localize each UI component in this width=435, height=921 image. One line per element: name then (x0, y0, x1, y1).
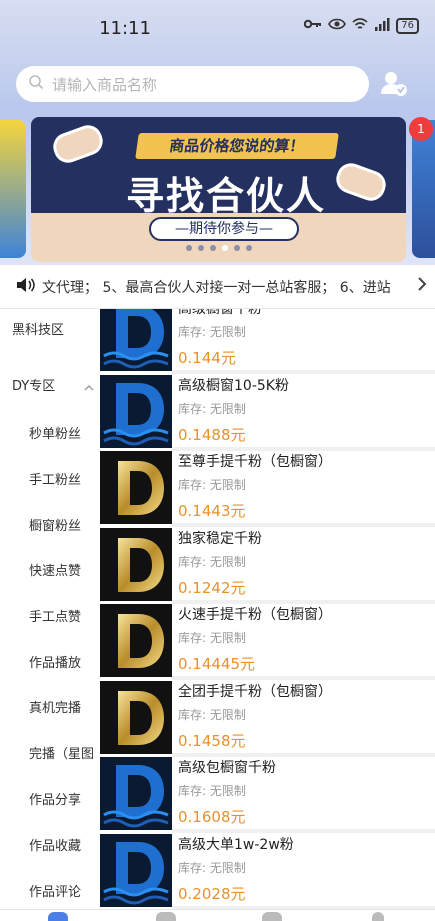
product-item[interactable]: 高级橱窗千粉库存: 无限制 0.144元 (100, 309, 435, 374)
product-name: 全团手提千粉（包橱窗） (178, 683, 332, 700)
sidebar-item[interactable]: 真机完播 (29, 697, 81, 716)
product-thumbnail (100, 374, 172, 448)
product-thumbnail (100, 309, 172, 371)
sidebar-item[interactable]: 作品收藏 (29, 835, 81, 854)
product-price: 0.14445元 (178, 655, 256, 673)
battery-indicator: 76 (396, 18, 419, 34)
banner-pagination (31, 245, 406, 251)
eye-icon (328, 18, 347, 34)
banner-subtitle: —期待你参与— (149, 217, 299, 241)
app-screen: 11:11 76 请输入商品名称 商品价格您说的算！ 寻找合伙人 —期待你参与—… (0, 0, 435, 921)
product-thumbnail (100, 451, 172, 524)
tab-orders-icon[interactable] (262, 912, 282, 921)
pagination-dot[interactable] (197, 245, 204, 251)
sidebar-item[interactable]: 手工粉丝 (29, 469, 81, 488)
signal-icon (374, 17, 390, 35)
tab-favorite-icon[interactable] (156, 912, 176, 921)
search-input[interactable]: 请输入商品名称 (16, 66, 369, 102)
product-item[interactable]: 高级大单1w-2w粉 库存: 无限制 0.2028元 (100, 833, 435, 909)
product-stock: 库存: 无限制 (178, 478, 246, 492)
pagination-dot[interactable] (233, 245, 240, 251)
banner-slogan: 商品价格您说的算！ (135, 133, 339, 159)
product-thumbnail (100, 527, 172, 601)
product-price: 0.1458元 (178, 731, 246, 750)
wifi-icon (352, 17, 368, 35)
item-divider (172, 599, 435, 604)
pagination-dot[interactable] (209, 245, 216, 251)
sidebar-item[interactable]: 快速点赞 (29, 560, 81, 579)
product-stock: 库存: 无限制 (178, 631, 246, 645)
status-bar: 11:11 76 (0, 0, 435, 56)
item-divider (172, 752, 435, 757)
sidebar-item[interactable]: 秒单粉丝 (29, 423, 81, 442)
product-name: 高级大单1w-2w粉 (178, 836, 294, 853)
item-divider (172, 370, 435, 374)
key-icon (304, 18, 322, 34)
product-item[interactable]: 全团手提千粉（包橱窗） 库存: 无限制 0.1458元 (100, 680, 435, 757)
product-stock: 库存: 无限制 (178, 707, 246, 722)
bottom-tab-bar (0, 909, 435, 921)
banner-prev-peek (0, 120, 26, 258)
product-stock: 库存: 无限制 (178, 784, 246, 798)
product-name: 高级包橱窗千粉 (178, 760, 276, 776)
pagination-dot[interactable] (221, 245, 228, 251)
content-area: 黑科技区 DY专区秒单粉丝手工粉丝橱窗粉丝快速点赞手工点赞作品播放真机完播完播（星… (0, 309, 435, 909)
sidebar-item[interactable]: 作品评论 (29, 881, 81, 900)
sidebar-item[interactable]: 橱窗粉丝 (29, 515, 81, 534)
tab-home-icon[interactable] (48, 912, 68, 921)
product-item[interactable]: 至尊手提千粉（包橱窗） 库存: 无限制 0.1443元 (100, 451, 435, 527)
product-stock: 库存: 无限制 (178, 860, 246, 875)
notice-bar[interactable]: 文代理； 5、最高合伙人对接一对一总站客服； 6、进站 (0, 265, 435, 309)
product-stock: 库存: 无限制 (178, 325, 246, 339)
product-list: 高级橱窗千粉库存: 无限制 0.144元高级橱窗10-5K粉 库存: 无限制 0.14… (100, 309, 435, 909)
tab-profile-icon[interactable] (372, 912, 384, 921)
chevron-up-icon[interactable] (84, 377, 94, 396)
product-price: 0.2028元 (178, 884, 246, 903)
chevron-right-icon[interactable] (409, 276, 435, 297)
pagination-dot[interactable] (245, 245, 252, 251)
product-name: 高级橱窗千粉 (178, 309, 262, 317)
product-item[interactable]: 火速手提千粉（包橱窗） 库存: 无限制 0.14445元 (100, 604, 435, 680)
search-placeholder: 请输入商品名称 (52, 75, 158, 94)
product-price: 0.1608元 (178, 808, 246, 826)
product-price: 0.1443元 (178, 502, 246, 520)
product-name: 火速手提千粉（包橱窗） (178, 607, 332, 623)
sidebar-item[interactable]: 手工点赞 (29, 606, 81, 625)
product-thumbnail (100, 604, 172, 677)
product-thumbnail (100, 680, 172, 754)
item-divider (172, 523, 435, 527)
product-thumbnail (100, 757, 172, 830)
product-item[interactable]: 高级包橱窗千粉 库存: 无限制 0.1608元 (100, 757, 435, 833)
item-divider (172, 829, 435, 833)
sidebar-category[interactable]: 黑科技区 (12, 319, 64, 338)
banner-title: 寻找合伙人 (125, 174, 326, 218)
product-name: 至尊手提千粉（包橱窗） (178, 454, 332, 470)
category-sidebar: 黑科技区 DY专区秒单粉丝手工粉丝橱窗粉丝快速点赞手工点赞作品播放真机完播完播（星… (0, 309, 100, 909)
product-item[interactable]: 高级橱窗10-5K粉 库存: 无限制 0.1488元 (100, 374, 435, 451)
product-price: 0.1488元 (178, 425, 246, 444)
notice-text: 文代理； 5、最高合伙人对接一对一总站客服； 6、进站 (42, 279, 391, 296)
product-name: 高级橱窗10-5K粉 (178, 377, 289, 394)
search-icon (28, 74, 52, 94)
speaker-icon (16, 276, 42, 298)
item-divider (172, 676, 435, 680)
item-divider (172, 446, 435, 451)
product-price: 0.144元 (178, 349, 236, 367)
product-item[interactable]: 独家稳定千粉 库存: 无限制 0.1242元 (100, 527, 435, 604)
user-verified-icon[interactable] (378, 68, 410, 100)
product-stock: 库存: 无限制 (178, 554, 246, 569)
product-price: 0.1242元 (178, 578, 246, 597)
notification-badge[interactable]: 1 (409, 117, 433, 141)
product-name: 独家稳定千粉 (178, 530, 262, 547)
status-time: 11:11 (99, 18, 151, 39)
sidebar-category[interactable]: DY专区 (12, 375, 55, 394)
product-thumbnail (100, 833, 172, 907)
pagination-dot[interactable] (185, 245, 192, 251)
promo-banner[interactable]: 商品价格您说的算！ 寻找合伙人 —期待你参与— (31, 117, 406, 262)
status-icons: 76 (304, 17, 419, 35)
product-stock: 库存: 无限制 (178, 401, 246, 416)
sidebar-item[interactable]: 作品播放 (29, 652, 81, 671)
sidebar-item[interactable]: 作品分享 (29, 789, 81, 808)
sidebar-item[interactable]: 完播（星图 (29, 743, 94, 762)
